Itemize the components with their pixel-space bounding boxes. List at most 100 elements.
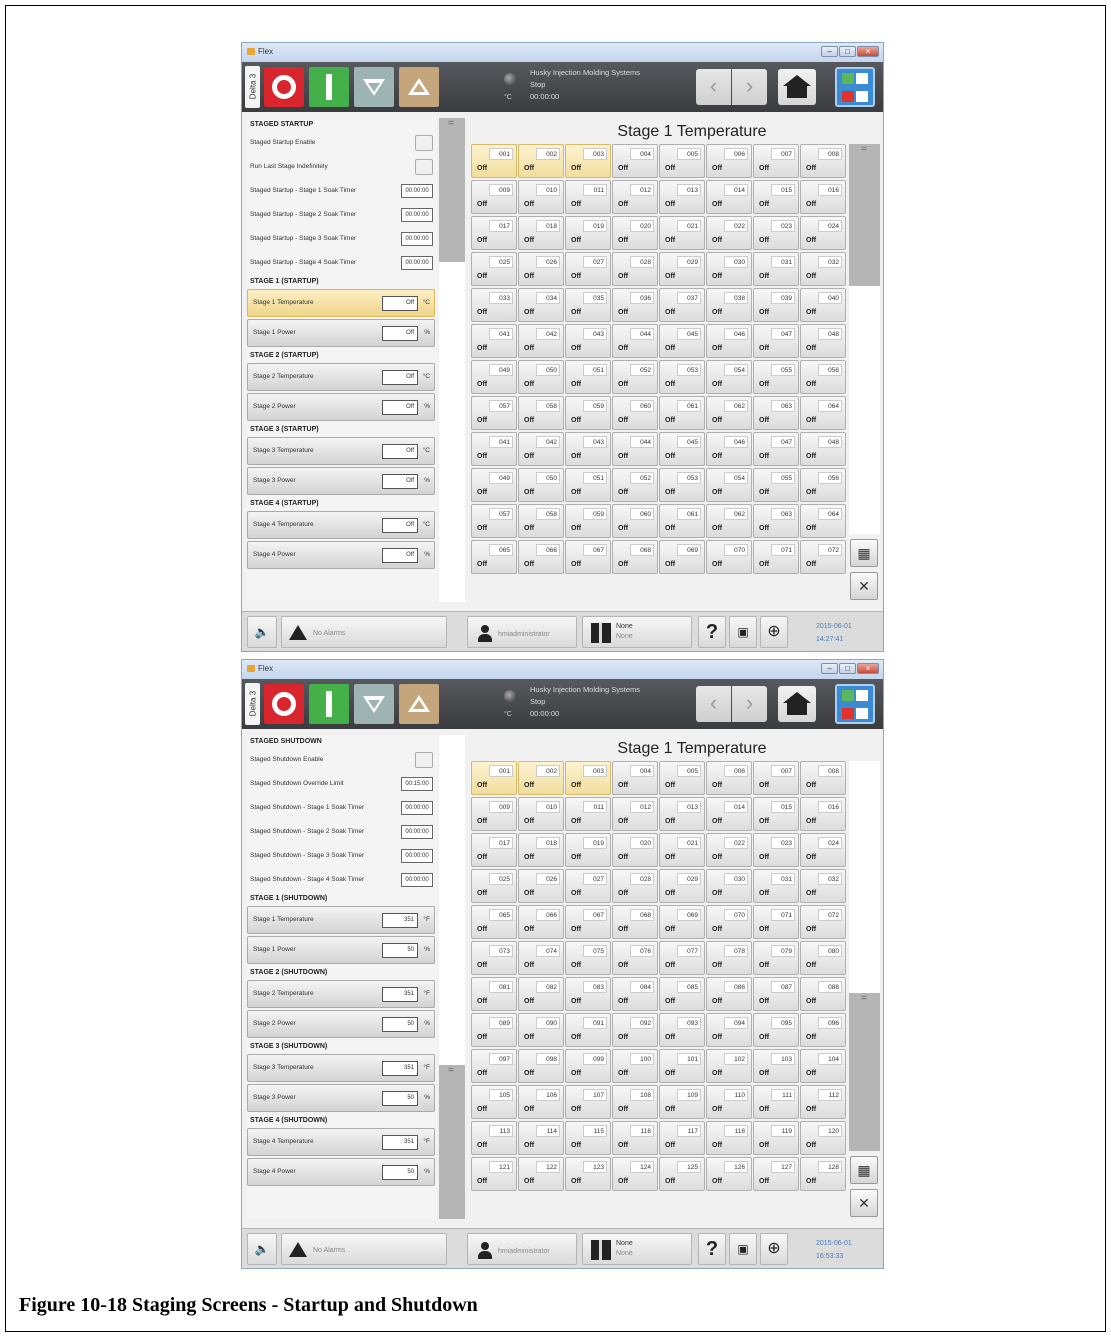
zone-tile[interactable]: 016 Off [800,180,846,214]
zone-tile[interactable]: 093 Off [659,1013,705,1047]
zone-tile[interactable]: 025 Off [471,869,517,903]
zone-tile[interactable]: 013 Off [659,180,705,214]
stage-temperature-button[interactable]: Stage 1 Temperature Off °C [247,289,435,317]
zone-tile[interactable]: 038 Off [706,288,752,322]
zone-tile[interactable]: 111 Off [753,1085,799,1119]
zone-tile[interactable]: 092 Off [612,1013,658,1047]
zone-tile[interactable]: 002 Off [518,144,564,178]
time-input[interactable]: 00:00:00 [401,232,433,246]
stage-power-button[interactable]: Stage 2 Power 50% [247,1010,435,1038]
mute-button[interactable]: 🔈 [247,616,277,648]
zone-tile[interactable]: 072 Off [800,905,846,939]
back-button[interactable]: ‹ [696,69,731,105]
zone-tile[interactable]: 047 Off [753,432,799,466]
zone-tile[interactable]: 015 Off [753,797,799,831]
zone-tile[interactable]: 020 Off [612,216,658,250]
zone-tile[interactable]: 030 Off [706,869,752,903]
zone-tile[interactable]: 020 Off [612,833,658,867]
zone-tile[interactable]: 028 Off [612,869,658,903]
stage-power-value[interactable]: 50 [382,1017,418,1032]
start-button[interactable] [309,684,349,724]
zone-tile[interactable]: 050 Off [518,360,564,394]
zone-tile[interactable]: 035 Off [565,288,611,322]
zone-tile[interactable]: 006 Off [706,761,752,795]
zone-tile[interactable]: 001 Off [471,761,517,795]
io-status-button[interactable] [835,67,875,107]
zone-tile[interactable]: 044 Off [612,432,658,466]
zone-tile[interactable]: 061 Off [659,504,705,538]
zone-tile[interactable]: 022 Off [706,216,752,250]
zone-tile[interactable]: 042 Off [518,432,564,466]
zone-tile[interactable]: 066 Off [518,905,564,939]
zone-tile[interactable]: 026 Off [518,252,564,286]
zone-tile[interactable]: 127 Off [753,1157,799,1191]
minimize-icon[interactable]: – [821,663,838,674]
zone-tile[interactable]: 054 Off [706,360,752,394]
zone-tile[interactable]: 100 Off [612,1049,658,1083]
zone-tile[interactable]: 107 Off [565,1085,611,1119]
maximize-icon[interactable]: □ [839,663,856,674]
scrollbar-thumb[interactable] [849,144,880,286]
stage-power-value[interactable]: 50 [382,943,418,958]
setting-checkbox[interactable] [415,752,433,768]
zone-tile[interactable]: 069 Off [659,540,705,574]
zone-tile[interactable]: 120 Off [800,1121,846,1155]
zone-tile[interactable]: 050 Off [518,468,564,502]
zone-tile[interactable]: 112 Off [800,1085,846,1119]
zone-tile[interactable]: 116 Off [612,1121,658,1155]
stop-button[interactable] [264,684,304,724]
zone-tile[interactable]: 084 Off [612,977,658,1011]
zone-tile[interactable]: 118 Off [706,1121,752,1155]
time-input[interactable]: 00:00:00 [401,256,433,270]
zone-tile[interactable]: 048 Off [800,324,846,358]
zone-tile[interactable]: 027 Off [565,869,611,903]
scrollbar-thumb[interactable] [849,993,880,1151]
zone-tile[interactable]: 030 Off [706,252,752,286]
stage-temperature-button[interactable]: Stage 2 Temperature 351 °F [247,980,435,1008]
zone-tile[interactable]: 039 Off [753,288,799,322]
zone-tile[interactable]: 081 Off [471,977,517,1011]
zone-tile[interactable]: 106 Off [518,1085,564,1119]
zone-tile[interactable]: 073 Off [471,941,517,975]
zone-tile[interactable]: 058 Off [518,396,564,430]
io-status-button[interactable] [835,684,875,724]
zone-tile[interactable]: 019 Off [565,216,611,250]
language-icon[interactable]: ⊕ [760,616,788,648]
zone-tile[interactable]: 085 Off [659,977,705,1011]
zone-tile[interactable]: 041 Off [471,324,517,358]
zone-tile[interactable]: 036 Off [612,288,658,322]
zone-tile[interactable]: 057 Off [471,504,517,538]
stage-temperature-button[interactable]: Stage 4 Temperature 351 °F [247,1128,435,1156]
zone-tile[interactable]: 069 Off [659,905,705,939]
stage-temperature-button[interactable]: Stage 3 Temperature Off °C [247,437,435,465]
zone-tile[interactable]: 065 Off [471,905,517,939]
forward-button[interactable]: › [732,686,767,722]
zone-tile[interactable]: 090 Off [518,1013,564,1047]
zone-tile[interactable]: 114 Off [518,1121,564,1155]
help-icon[interactable]: ? [698,1233,726,1265]
zone-tile[interactable]: 071 Off [753,540,799,574]
stage-temperature-value[interactable]: Off [382,296,418,311]
zone-tile[interactable]: 099 Off [565,1049,611,1083]
screenshot-icon[interactable]: ▣ [729,1233,757,1265]
zone-tile[interactable]: 049 Off [471,468,517,502]
stage-power-button[interactable]: Stage 4 Power Off% [247,541,435,569]
zone-tile[interactable]: 074 Off [518,941,564,975]
zone-tile[interactable]: 045 Off [659,324,705,358]
zone-tile[interactable]: 027 Off [565,252,611,286]
zone-tile[interactable]: 121 Off [471,1157,517,1191]
zone-tile[interactable]: 032 Off [800,252,846,286]
zone-tile[interactable]: 005 Off [659,144,705,178]
zone-tile[interactable]: 064 Off [800,396,846,430]
zone-tile[interactable]: 097 Off [471,1049,517,1083]
zone-tile[interactable]: 043 Off [565,324,611,358]
zone-tile[interactable]: 018 Off [518,833,564,867]
select-all-icon[interactable]: ▦ [850,539,878,567]
stage-power-button[interactable]: Stage 1 Power Off% [247,319,435,347]
zone-tile[interactable]: 037 Off [659,288,705,322]
zone-tile[interactable]: 029 Off [659,252,705,286]
select-all-icon[interactable]: ▦ [850,1156,878,1184]
zone-tile[interactable]: 103 Off [753,1049,799,1083]
standby-up-button[interactable] [399,684,439,724]
zone-tile[interactable]: 021 Off [659,833,705,867]
